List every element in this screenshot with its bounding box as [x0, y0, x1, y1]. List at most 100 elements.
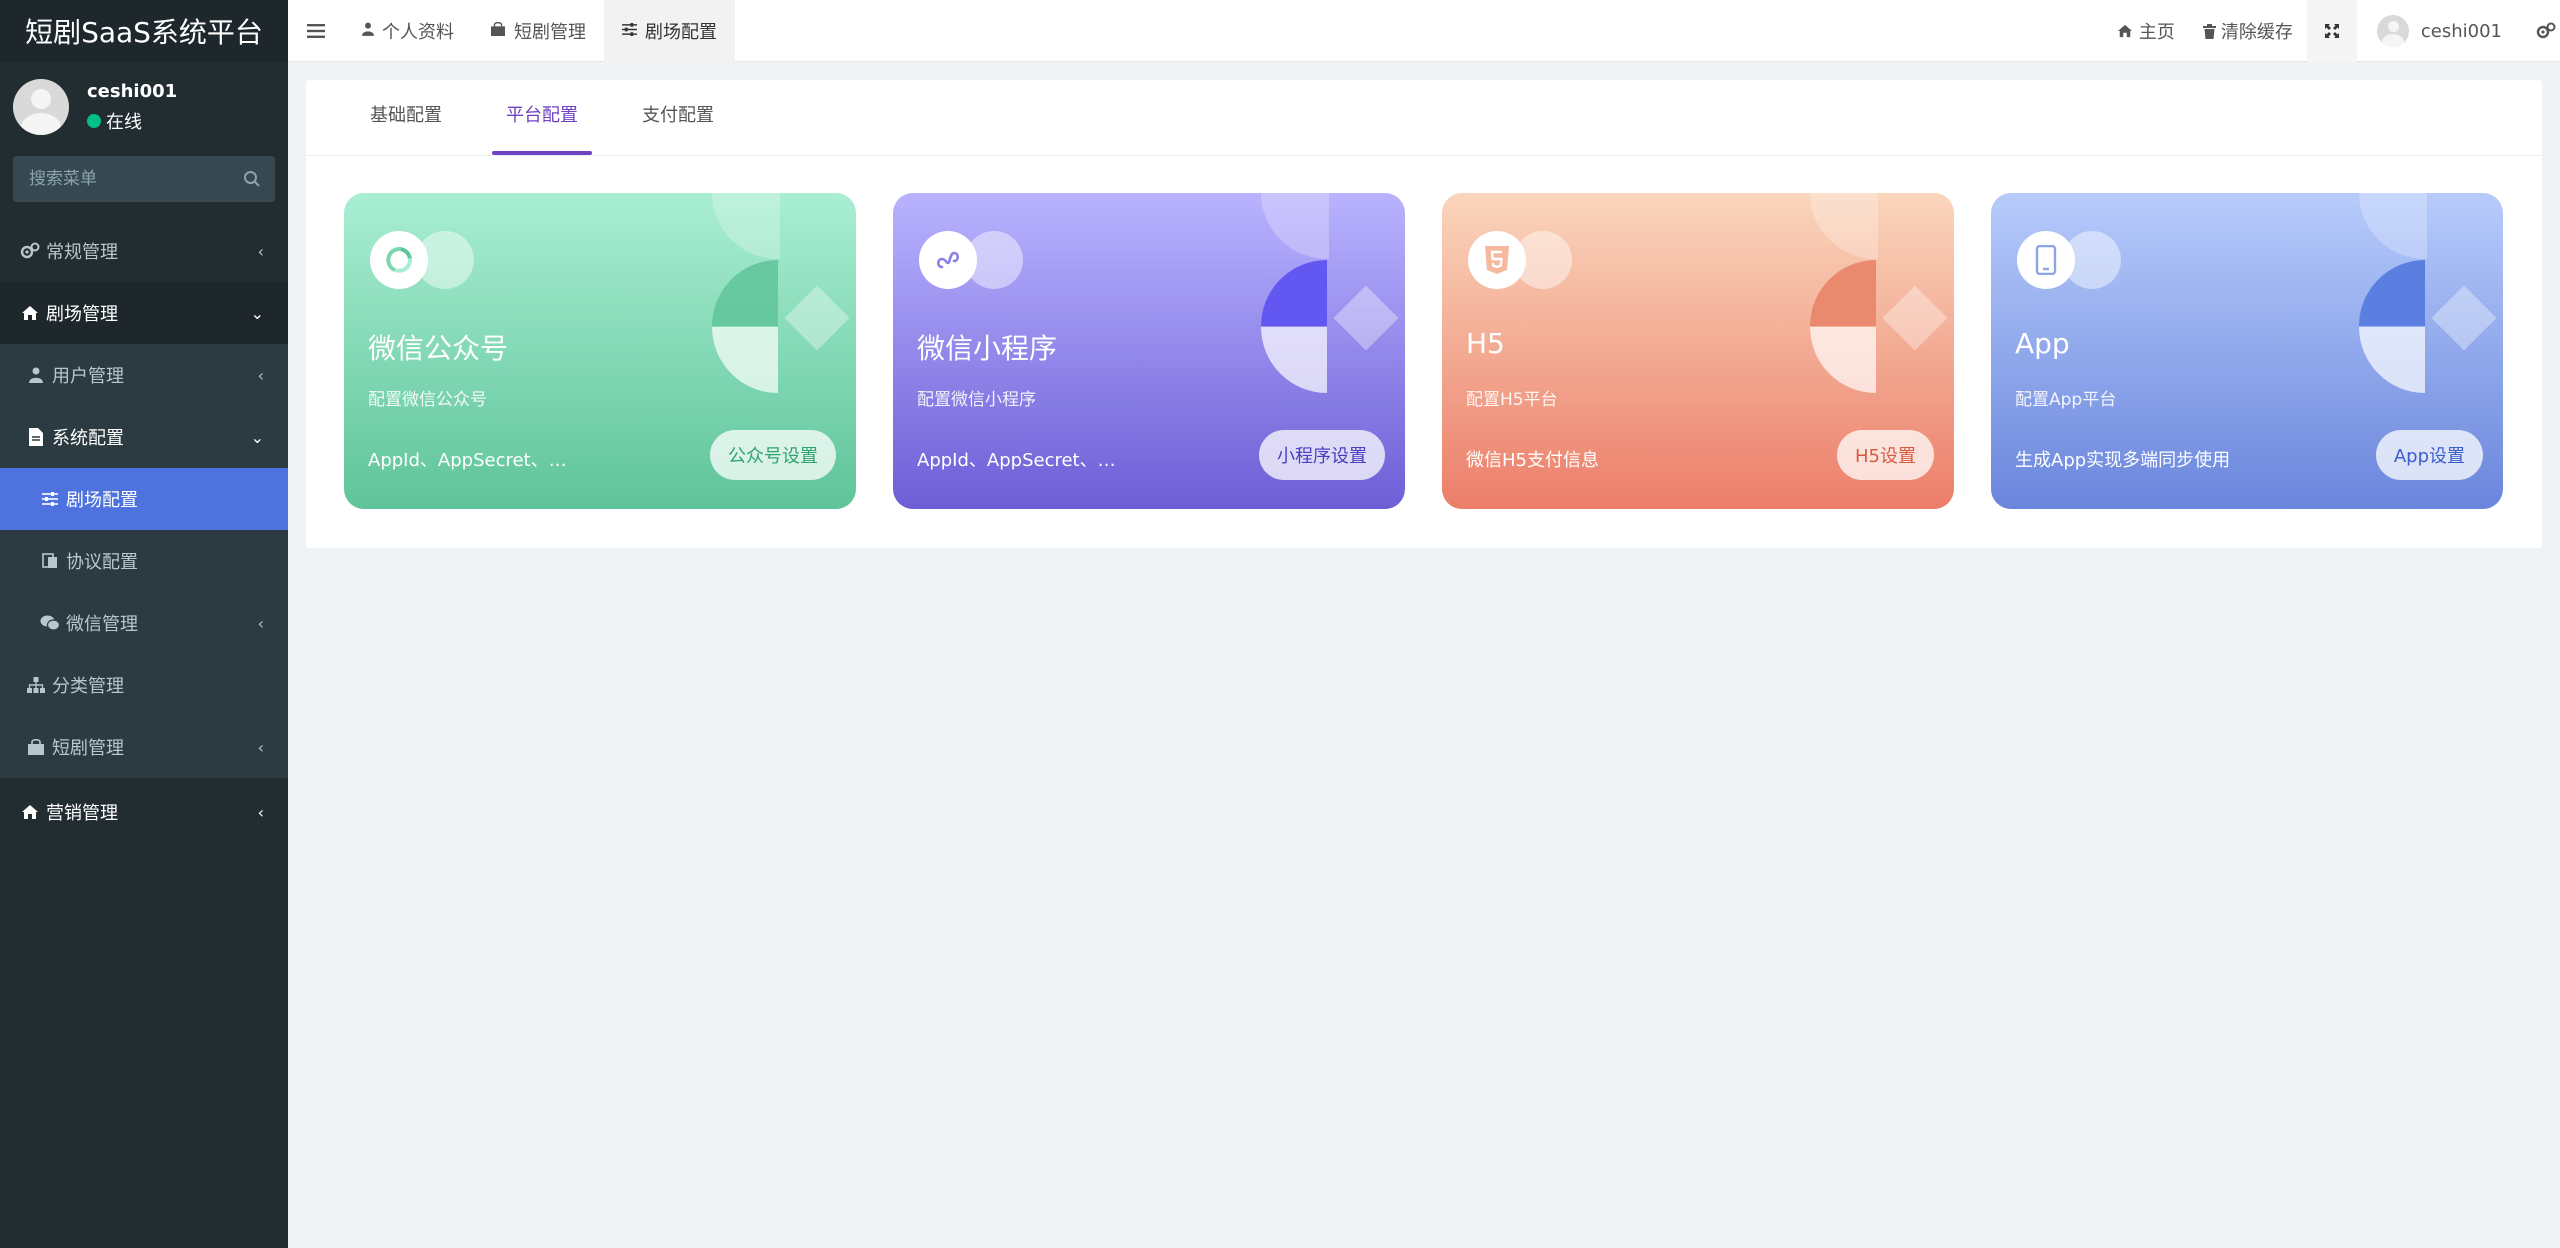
- home-icon: [18, 804, 42, 820]
- app-settings-button[interactable]: App设置: [2375, 430, 2483, 480]
- card-title: 微信公众号: [368, 332, 509, 365]
- home-link-label: 主页: [2138, 22, 2175, 43]
- clear-cache-button[interactable]: 清除缓存: [2189, 0, 2307, 62]
- sidebar-search: [13, 156, 275, 202]
- home-link[interactable]: 主页: [2103, 0, 2189, 62]
- shopping-bag-icon: [490, 21, 506, 40]
- tab-theater-config[interactable]: 剧场配置: [604, 0, 735, 62]
- tab-label: 剧场配置: [645, 21, 717, 43]
- tab-drama-management[interactable]: 短剧管理: [472, 0, 604, 62]
- chevron-down-icon: ⌄: [250, 427, 264, 447]
- mini-program-icon: [919, 231, 977, 289]
- settings-button[interactable]: [2530, 0, 2560, 62]
- sidebar-item-category[interactable]: 分类管理: [0, 654, 288, 716]
- platform-cards: 微信公众号 配置微信公众号 AppId、AppSecret、自定义菜单 公众号设…: [344, 193, 2503, 509]
- home-icon: [2117, 24, 2132, 38]
- expand-icon: [2324, 24, 2339, 38]
- sidebar-item-theater[interactable]: 剧场管理 ⌄: [0, 282, 288, 344]
- sidebar-menu: 常规管理 ‹ 剧场管理 ⌄ 用户管理 ‹ 系统配置 ⌄ 剧场配置 协议配置 微信…: [0, 220, 288, 846]
- menu-toggle-button[interactable]: [288, 0, 344, 62]
- sidebar-item-drama[interactable]: 短剧管理 ‹: [0, 716, 288, 778]
- card-title: H5: [1466, 327, 1505, 360]
- search-icon[interactable]: [243, 170, 261, 188]
- user-menu[interactable]: ceshi001: [2357, 0, 2530, 62]
- card-title: App: [2015, 327, 2070, 360]
- user-icon: [24, 367, 48, 383]
- user-name: ceshi001: [87, 80, 178, 102]
- online-status-icon: [87, 113, 101, 128]
- sidebar-item-label: 营销管理: [46, 803, 118, 824]
- shopping-bag-icon: [24, 739, 48, 755]
- user-info: ceshi001 在线: [87, 81, 177, 134]
- sliders-icon: [38, 492, 62, 506]
- sidebar-item-label: 剧场配置: [66, 490, 138, 511]
- chevron-left-icon: ‹: [257, 241, 264, 261]
- sliders-icon: [622, 21, 637, 40]
- sidebar-item-label: 微信管理: [66, 614, 138, 635]
- card-title: 微信小程序: [917, 332, 1058, 365]
- sidebar-item-label: 短剧管理: [52, 738, 124, 759]
- cogs-icon: [18, 242, 42, 260]
- chevron-left-icon: ‹: [257, 365, 264, 385]
- top-navbar: 个人资料 短剧管理 剧场配置 主页 清除缓存 ceshi001: [288, 0, 2560, 62]
- card-description: 生成App实现多端同步使用: [2015, 450, 2231, 471]
- tab-platform-config[interactable]: 平台配置: [492, 101, 592, 155]
- card-h5: H5 配置H5平台 微信H5支付信息 H5设置: [1442, 193, 1954, 509]
- brand-logo[interactable]: 短剧SaaS系统平台: [0, 0, 288, 62]
- chevron-left-icon: ‹: [257, 802, 264, 822]
- cogs-icon: [2536, 22, 2556, 39]
- sidebar-item-label: 协议配置: [66, 552, 138, 573]
- tab-basic-config[interactable]: 基础配置: [356, 101, 456, 155]
- mini-program-settings-button[interactable]: 小程序设置: [1259, 430, 1385, 480]
- avatar: [2376, 15, 2409, 47]
- user-panel: ceshi001 在线: [0, 62, 288, 152]
- user-status-text: 在线: [106, 111, 142, 133]
- tab-label: 个人资料: [382, 21, 454, 43]
- wechat-icon: [38, 615, 62, 631]
- card-subtitle: 配置微信公众号: [368, 390, 487, 410]
- sidebar-item-agreement[interactable]: 协议配置: [0, 530, 288, 592]
- card-icon-group: [2017, 231, 2125, 291]
- sidebar-item-system-config[interactable]: 系统配置 ⌄: [0, 406, 288, 468]
- clear-cache-label: 清除缓存: [2220, 22, 2293, 43]
- user-status: 在线: [87, 108, 177, 134]
- sidebar-item-marketing[interactable]: 营销管理 ‹: [0, 778, 288, 846]
- chevron-down-icon: ⌄: [250, 303, 264, 323]
- card-description: AppId、AppSecret、自定义配置: [917, 450, 1127, 471]
- card-subtitle: 配置H5平台: [1466, 390, 1558, 410]
- card-description: 微信H5支付信息: [1466, 450, 1599, 471]
- sidebar-item-label: 系统配置: [52, 428, 124, 449]
- sidebar-item-users[interactable]: 用户管理 ‹: [0, 344, 288, 406]
- fullscreen-button[interactable]: [2306, 0, 2357, 62]
- sidebar-item-general[interactable]: 常规管理 ‹: [0, 220, 288, 282]
- config-panel: 基础配置 平台配置 支付配置 微信公众号 配置微信公众号 AppId、AppSe…: [306, 80, 2542, 548]
- home-icon: [18, 305, 42, 321]
- card-description: AppId、AppSecret、自定义菜单: [368, 450, 578, 471]
- navbar-right: 主页 清除缓存 ceshi001: [2103, 0, 2560, 62]
- official-account-settings-button[interactable]: 公众号设置: [710, 430, 836, 480]
- menu-search-input[interactable]: [29, 169, 229, 189]
- user-menu-name: ceshi001: [2420, 20, 2502, 42]
- avatar: [13, 79, 69, 135]
- sidebar-item-label: 常规管理: [46, 242, 118, 263]
- sidebar-item-label: 分类管理: [52, 676, 124, 697]
- card-wechat-miniprogram: 微信小程序 配置微信小程序 AppId、AppSecret、自定义配置 小程序设…: [893, 193, 1405, 509]
- document-icon: [38, 553, 62, 569]
- sidebar: 短剧SaaS系统平台 ceshi001 在线 常规管理 ‹ 剧场管理 ⌄: [0, 0, 288, 1248]
- chevron-left-icon: ‹: [257, 737, 264, 757]
- card-icon-group: [370, 231, 478, 291]
- tab-payment-config[interactable]: 支付配置: [628, 101, 728, 155]
- hamburger-icon: [307, 23, 325, 38]
- tab-label: 短剧管理: [514, 21, 586, 43]
- tab-profile[interactable]: 个人资料: [344, 0, 472, 62]
- card-icon-group: [919, 231, 1027, 291]
- sidebar-item-label: 剧场管理: [46, 304, 118, 325]
- h5-settings-button[interactable]: H5设置: [1837, 430, 1934, 480]
- card-wechat-official: 微信公众号 配置微信公众号 AppId、AppSecret、自定义菜单 公众号设…: [344, 193, 856, 509]
- sidebar-item-theater-config[interactable]: 剧场配置: [0, 468, 288, 530]
- sidebar-item-wechat[interactable]: 微信管理 ‹: [0, 592, 288, 654]
- mobile-phone-icon: [2017, 231, 2075, 289]
- card-icon-group: [1468, 231, 1576, 291]
- chevron-left-icon: ‹: [257, 613, 264, 633]
- card-subtitle: 配置App平台: [2015, 390, 2117, 410]
